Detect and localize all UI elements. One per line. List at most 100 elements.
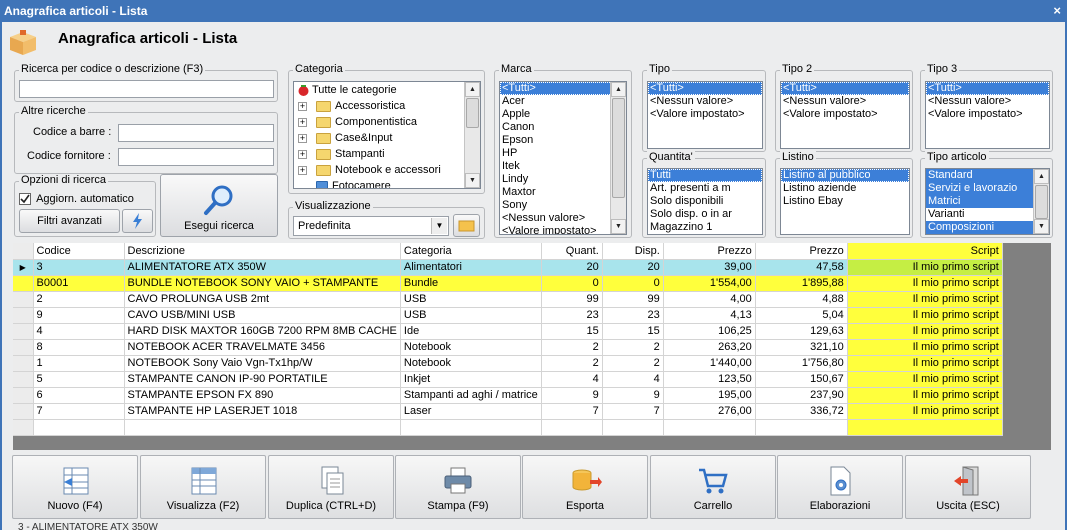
table-cell[interactable]: 4,13 (663, 307, 756, 324)
table-cell[interactable]: Laser (400, 403, 542, 420)
table-cell[interactable] (541, 419, 603, 436)
tree-item-accessoristica[interactable]: + Accessoristica (294, 98, 480, 114)
list-item[interactable]: Solo disponibili (648, 195, 762, 208)
list-item[interactable]: Sony (500, 199, 626, 212)
type3-list[interactable]: <Tutti> <Nessun valore> <Valore impostat… (925, 81, 1050, 149)
expand-icon[interactable]: + (298, 150, 307, 159)
table-cell[interactable] (755, 419, 848, 436)
tree-item-fotocamere[interactable]: Fotocamere (294, 178, 480, 188)
lightning-button[interactable] (122, 209, 153, 233)
table-cell[interactable]: BUNDLE NOTEBOOK SONY VAIO + STAMPANTE (124, 275, 401, 292)
table-cell[interactable]: 7 (602, 403, 664, 420)
table-cell[interactable] (663, 419, 756, 436)
table-cell[interactable]: 263,20 (663, 339, 756, 356)
table-cell[interactable]: 39,00 (663, 259, 756, 276)
table-cell[interactable]: Il mio primo script (847, 275, 1003, 292)
list-item[interactable]: Magazzino 1 (648, 221, 762, 234)
list-item[interactable]: <Tutti> (648, 82, 762, 95)
pricelist-list[interactable]: Listino al pubblico Listino aziende List… (780, 168, 910, 235)
table-cell[interactable]: STAMPANTE HP LASERJET 1018 (124, 403, 401, 420)
table-cell[interactable]: Il mio primo script (847, 259, 1003, 276)
table-cell[interactable]: 4 (541, 371, 603, 388)
table-cell[interactable]: 4,00 (663, 291, 756, 308)
table-cell[interactable]: 336,72 (755, 403, 848, 420)
table-cell[interactable]: 23 (602, 307, 664, 324)
table-cell[interactable]: 2 (602, 339, 664, 356)
table-cell[interactable]: 123,50 (663, 371, 756, 388)
expand-icon[interactable]: + (298, 166, 307, 175)
list-item[interactable]: Varianti (926, 208, 1049, 221)
tree-item-notebook[interactable]: + Notebook e accessori (294, 162, 480, 178)
list-item[interactable]: <Nessun valore> (926, 95, 1049, 108)
table-cell[interactable]: 129,63 (755, 323, 848, 340)
table-row[interactable]: 9 CAVO USB/MINI USB USB 23 23 4,13 5,04 Il mio … (13, 307, 1003, 324)
open-folder-button[interactable] (453, 214, 480, 237)
table-cell[interactable] (33, 419, 125, 436)
list-item[interactable]: Servizi e lavorazio (926, 182, 1049, 195)
tree-item-stampanti[interactable]: + Stampanti (294, 146, 480, 162)
table-row[interactable]: 8 NOTEBOOK ACER TRAVELMATE 3456 Notebook 2 2… (13, 339, 1003, 356)
table-cell[interactable]: Il mio primo script (847, 387, 1003, 404)
table-row[interactable]: 2 CAVO PROLUNGA USB 2mt USB 99 99 4,00 4,88 Il … (13, 291, 1003, 308)
table-cell[interactable]: 0 (602, 275, 664, 292)
expand-icon[interactable]: + (298, 118, 307, 127)
list-item[interactable]: Apple (500, 108, 626, 121)
table-cell[interactable]: 5,04 (755, 307, 848, 324)
scroll-down-icon[interactable]: ▼ (611, 219, 626, 234)
cart-button[interactable]: Carrello (650, 455, 776, 519)
item-type-scrollbar[interactable]: ▲ ▼ (1033, 169, 1049, 234)
table-cell[interactable]: Il mio primo script (847, 403, 1003, 420)
table-cell[interactable]: 2 (602, 355, 664, 372)
col-header[interactable]: Quant. (541, 243, 603, 260)
table-cell[interactable] (847, 419, 1003, 436)
table-cell[interactable]: 0 (541, 275, 603, 292)
table-cell[interactable]: STAMPANTE EPSON FX 890 (124, 387, 401, 404)
table-cell[interactable]: 99 (602, 291, 664, 308)
table-cell[interactable]: 5 (33, 371, 125, 388)
list-item[interactable]: Art. presenti a m (648, 182, 762, 195)
table-cell[interactable]: Il mio primo script (847, 355, 1003, 372)
table-cell[interactable]: 4 (33, 323, 125, 340)
list-item[interactable]: <Valore impostato> (781, 108, 909, 121)
table-cell[interactable]: 195,00 (663, 387, 756, 404)
col-header[interactable]: Prezzo (663, 243, 756, 260)
table-cell[interactable]: NOTEBOOK ACER TRAVELMATE 3456 (124, 339, 401, 356)
table-cell[interactable]: 237,90 (755, 387, 848, 404)
table-cell[interactable]: Inkjet (400, 371, 542, 388)
col-header[interactable]: Prezzo (755, 243, 848, 260)
table-row[interactable]: B0001 BUNDLE NOTEBOOK SONY VAIO + STAMPAN… (13, 275, 1003, 292)
table-cell[interactable]: Notebook (400, 355, 542, 372)
type-list[interactable]: <Tutti> <Nessun valore> <Valore impostat… (647, 81, 763, 149)
list-item[interactable]: Lindy (500, 173, 626, 186)
list-item[interactable]: Itek (500, 160, 626, 173)
table-cell[interactable]: 4,88 (755, 291, 848, 308)
table-row[interactable]: 5 STAMPANTE CANON IP-90 PORTATILE Inkjet 4 4… (13, 371, 1003, 388)
scroll-up-icon[interactable]: ▲ (465, 82, 480, 97)
list-item[interactable]: Listino al pubblico (781, 169, 909, 182)
table-cell[interactable]: 2 (33, 291, 125, 308)
list-item[interactable]: <Valore impostato> (500, 225, 626, 234)
table-cell[interactable]: 6 (33, 387, 125, 404)
list-item[interactable]: Maxtor (500, 186, 626, 199)
col-header[interactable]: Disp. (602, 243, 664, 260)
list-item[interactable]: Matrici (926, 195, 1049, 208)
quantity-list[interactable]: Tutti Art. presenti a m Solo disponibili… (647, 168, 763, 235)
list-item[interactable]: Tutti (648, 169, 762, 182)
view-button[interactable]: Visualizza (F2) (140, 455, 266, 519)
table-cell[interactable]: 1'756,80 (755, 355, 848, 372)
table-cell[interactable]: 7 (33, 403, 125, 420)
advanced-filters-button[interactable]: Filtri avanzati (19, 209, 120, 233)
table-cell[interactable]: CAVO USB/MINI USB (124, 307, 401, 324)
chevron-down-icon[interactable]: ▼ (431, 218, 447, 234)
barcode-input[interactable] (118, 124, 274, 142)
list-item[interactable]: <Nessun valore> (648, 95, 762, 108)
table-cell[interactable]: 276,00 (663, 403, 756, 420)
list-item[interactable]: <Valore impostato> (926, 108, 1049, 121)
table-cell[interactable]: 47,58 (755, 259, 848, 276)
table-cell[interactable]: 9 (602, 387, 664, 404)
table-cell[interactable]: 15 (602, 323, 664, 340)
close-icon[interactable]: × (1053, 0, 1061, 22)
table-cell[interactable]: NOTEBOOK Sony Vaio Vgn-Tx1hp/W (124, 355, 401, 372)
table-cell[interactable]: 3 (33, 259, 125, 276)
table-cell[interactable]: 20 (602, 259, 664, 276)
